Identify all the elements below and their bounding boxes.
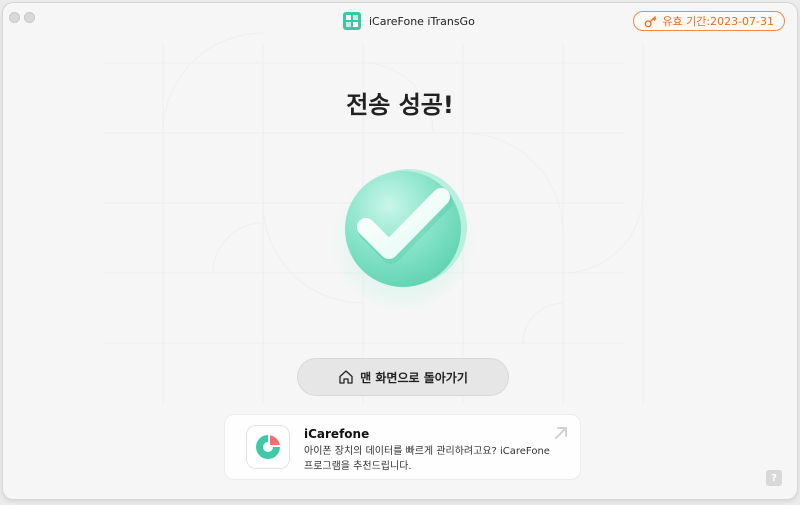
app-logo-icon [343, 12, 361, 30]
return-home-button[interactable]: 맨 화면으로 돌아가기 [297, 358, 509, 396]
page-title: 전송 성공! [346, 91, 454, 119]
promo-description: 아이폰 장치의 데이터를 빠르게 관리하려고요? iCareFone 프로그램을… [304, 446, 550, 472]
title-bar: iCareFone iTransGo 유효 기간:2023-07-31 [3, 3, 797, 39]
icarefone-promo-card[interactable]: iCarefone 아이폰 장치의 데이터를 빠르게 관리하려고요? iCare… [224, 414, 581, 480]
license-badge[interactable]: 유효 기간:2023-07-31 [633, 11, 785, 31]
checkmark-icon [329, 161, 477, 309]
external-arrow-icon[interactable] [553, 425, 569, 441]
app-window: iCareFone iTransGo 유효 기간:2023-07-31 전송 성… [3, 3, 797, 499]
key-icon [645, 15, 657, 27]
license-expiry-text: 유효 기간:2023-07-31 [662, 15, 774, 28]
app-title-text: iCareFone iTransGo [369, 14, 475, 28]
return-home-label: 맨 화면으로 돌아가기 [360, 370, 468, 385]
promo-title: iCarefone [304, 427, 370, 441]
promo-app-icon [246, 425, 290, 469]
help-icon[interactable]: ? [766, 470, 782, 486]
minimize-window-button[interactable] [24, 12, 35, 23]
app-title: iCareFone iTransGo [343, 11, 475, 31]
home-icon [339, 370, 353, 384]
icarefone-logo-icon [256, 435, 280, 459]
close-window-button[interactable] [9, 12, 20, 23]
